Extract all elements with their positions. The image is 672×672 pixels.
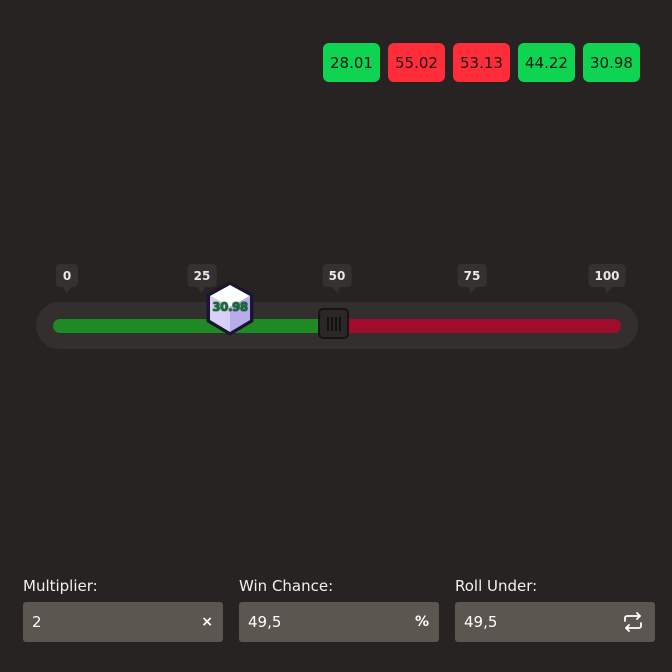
multiplier-label: Multiplier: [23,577,98,595]
roll-under-input[interactable] [464,613,621,631]
multiplier-input[interactable] [32,613,202,631]
win-chance-input-box[interactable]: % [239,602,439,642]
history-chip[interactable]: 53.13 [453,43,510,82]
history-chip[interactable]: 28.01 [323,43,380,82]
slider-tick-75: 75 [457,264,487,293]
multiplier-suffix: × [201,614,213,630]
slider-tick-0: 0 [56,264,78,293]
multiplier-field: Multiplier: × [23,576,223,642]
roll-history: 28.01 55.02 53.13 44.22 30.98 [323,43,640,82]
roll-under-label: Roll Under: [455,577,538,595]
swap-icon [624,612,642,632]
dice-result-marker: 30.98 [204,281,256,337]
loss-range-bar[interactable] [335,319,621,333]
roll-under-input-box[interactable] [455,602,655,642]
roll-under-field: Roll Under: [455,576,655,642]
history-chip[interactable]: 30.98 [583,43,640,82]
slider-handle[interactable] [318,308,349,339]
slider-tick-100: 100 [588,264,626,293]
history-chip[interactable]: 55.02 [388,43,445,82]
multiplier-input-box[interactable]: × [23,602,223,642]
win-chance-input[interactable] [248,613,415,631]
slider-tick-50: 50 [322,264,352,293]
win-range-bar[interactable] [53,319,335,333]
dice-rolled-value: 30.98 [212,300,248,314]
win-chance-field: Win Chance: % [239,576,439,642]
win-chance-suffix: % [414,614,429,630]
win-chance-label: Win Chance: [239,577,334,595]
swap-roll-direction-button[interactable] [621,610,645,634]
history-chip[interactable]: 44.22 [518,43,575,82]
